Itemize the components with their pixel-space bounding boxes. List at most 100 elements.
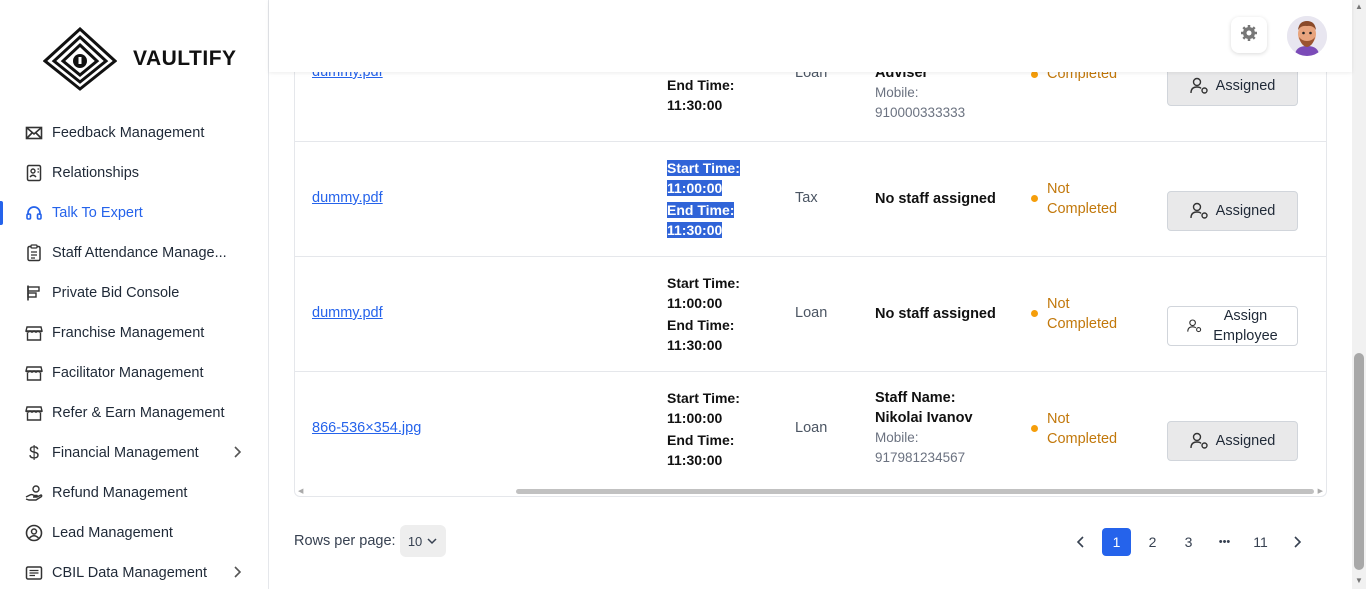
scroll-right-arrow-icon[interactable]: ▶ — [1318, 487, 1323, 495]
assigned-button[interactable]: Assigned — [1167, 191, 1298, 231]
refund-hand-icon — [24, 483, 44, 503]
sidebar-item-cbil-data-management[interactable]: CBIL Data Management — [0, 553, 268, 593]
sidebar-item-refund-management[interactable]: Refund Management — [0, 473, 268, 513]
sidebar-item-label: Facilitator Management — [52, 365, 204, 381]
sidebar-nav: Feedback Management Relationships Talk T… — [0, 113, 268, 593]
sidebar-item-label: Franchise Management — [52, 325, 205, 341]
sidebar-item-label: Refer & Earn Management — [52, 405, 225, 421]
scroll-left-arrow-icon[interactable]: ◀ — [298, 487, 303, 495]
user-avatar[interactable] — [1287, 16, 1327, 56]
end-time-label: End Time: — [667, 317, 735, 333]
no-staff-text: No staff assigned — [875, 306, 996, 322]
page-2-button[interactable]: 2 — [1138, 528, 1167, 556]
page-ellipsis[interactable]: ••• — [1210, 528, 1239, 556]
rows-per-page: Rows per page: 10 — [294, 525, 446, 557]
end-time-value: 11:30:00 — [667, 97, 723, 113]
user-gear-icon — [1189, 202, 1208, 219]
chevron-right-icon — [232, 565, 242, 583]
vaultify-logo-icon — [43, 27, 117, 91]
sidebar-item-talk-to-expert[interactable]: Talk To Expert — [0, 193, 268, 233]
start-time-value: 11:00:00 — [667, 180, 723, 196]
status-dot — [1031, 195, 1038, 202]
scroll-up-arrow-icon[interactable]: ▲ — [1355, 2, 1363, 11]
sidebar-item-staff-attendance[interactable]: Staff Attendance Manage... — [0, 233, 268, 273]
bid-icon — [24, 283, 44, 303]
prev-page-button[interactable] — [1066, 528, 1095, 556]
sidebar-item-private-bid-console[interactable]: Private Bid Console — [0, 273, 268, 313]
status-badge: Not Completed — [1031, 179, 1117, 219]
assigned-button[interactable]: Assigned — [1167, 66, 1298, 106]
vertical-scroll-thumb[interactable] — [1354, 353, 1364, 570]
attachment-link[interactable]: 866-536×354.jpg — [312, 420, 421, 436]
sidebar-item-financial-management[interactable]: $ Financial Management — [0, 433, 268, 473]
chevron-right-icon — [1293, 536, 1301, 548]
time-slot: Start Time: 11:00:00 End Time: 11:30:00 — [667, 158, 740, 240]
sidebar-item-feedback-management[interactable]: Feedback Management — [0, 113, 268, 153]
sidebar-item-label: Relationships — [52, 165, 140, 181]
status-badge: Not Completed — [1031, 294, 1117, 334]
sidebar-item-relationships[interactable]: Relationships — [0, 153, 268, 193]
dollar-icon: $ — [28, 442, 39, 463]
end-time-value: 11:30:00 — [667, 222, 723, 238]
staff-mobile: 917981234567 — [875, 450, 966, 465]
list-card-icon — [24, 563, 44, 583]
end-time-value: 11:30:00 — [667, 337, 723, 353]
status-dot — [1031, 71, 1038, 78]
time-slot: Start Time: 11:00:00 End Time: 11:30:00 — [667, 388, 740, 470]
status-badge: Not Completed — [1031, 409, 1117, 449]
page-11-button[interactable]: 11 — [1246, 528, 1275, 556]
sidebar: VAULTIFY Feedback Management Relationshi… — [0, 0, 269, 589]
gear-icon — [1240, 24, 1258, 47]
sidebar-item-refer-earn-management[interactable]: Refer & Earn Management — [0, 393, 268, 433]
start-time-value: 11:00:00 — [667, 295, 723, 311]
page-3-button[interactable]: 3 — [1174, 528, 1203, 556]
settings-button[interactable] — [1231, 17, 1267, 53]
sidebar-item-label: Feedback Management — [52, 125, 205, 141]
staff-info: Adviser Mobile: 910000333333 — [875, 63, 965, 123]
sidebar-item-franchise-management[interactable]: Franchise Management — [0, 313, 268, 353]
sidebar-item-lead-management[interactable]: Lead Management — [0, 513, 268, 553]
table-row: 866-536×354.jpg Start Time: 11:00:00 End… — [295, 372, 1326, 486]
vertical-scrollbar[interactable]: ▲ ▼ — [1352, 0, 1366, 589]
status-line1: Not — [1047, 411, 1070, 427]
attachment-link[interactable]: dummy.pdf — [312, 190, 383, 206]
page-1-button[interactable]: 1 — [1102, 528, 1131, 556]
sidebar-item-label: Financial Management — [52, 445, 199, 461]
store-icon — [24, 323, 44, 343]
consult-type: Tax — [795, 190, 818, 206]
staff-info: No staff assigned — [875, 304, 996, 324]
no-staff-text: No staff assigned — [875, 191, 996, 207]
assigned-button[interactable]: Assigned — [1167, 421, 1298, 461]
pagination: 1 2 3 ••• 11 — [1066, 528, 1318, 556]
scroll-down-arrow-icon[interactable]: ▼ — [1355, 576, 1363, 585]
sidebar-item-label: Refund Management — [52, 485, 188, 501]
talk-to-expert-table: dummy.pdf End Time: 11:30:00 Loan Advise… — [294, 0, 1327, 497]
brand-logo[interactable]: VAULTIFY — [43, 27, 237, 91]
staff-mobile-label: Mobile: — [875, 430, 919, 445]
end-time-value: 11:30:00 — [667, 452, 723, 468]
mail-icon — [24, 123, 44, 143]
consult-type: Loan — [795, 420, 828, 436]
user-gear-icon — [1189, 432, 1208, 449]
store-icon — [24, 363, 44, 383]
status-line2: Completed — [1047, 201, 1118, 217]
status-line2: Completed — [1047, 431, 1118, 447]
end-time-label: End Time: — [667, 432, 735, 448]
staff-info: Staff Name: Nikolai Ivanov Mobile: 91798… — [875, 388, 973, 468]
sidebar-item-label: CBIL Data Management — [52, 565, 208, 581]
rows-per-page-select[interactable]: 10 — [399, 525, 446, 557]
time-slot: End Time: 11:30:00 — [667, 75, 734, 115]
time-slot: Start Time: 11:00:00 End Time: 11:30:00 — [667, 273, 740, 355]
user-gear-icon — [1187, 319, 1202, 333]
sidebar-item-label: Private Bid Console — [52, 285, 180, 301]
chevron-down-icon — [427, 538, 437, 545]
horizontal-scrollbar[interactable]: ◀ ▶ — [295, 486, 1326, 496]
sidebar-item-facilitator-management[interactable]: Facilitator Management — [0, 353, 268, 393]
chevron-right-icon — [232, 445, 242, 463]
start-time-label: Start Time: — [667, 160, 740, 176]
assign-employee-button[interactable]: Assign Employee — [1167, 306, 1298, 346]
horizontal-scroll-thumb[interactable] — [516, 489, 1314, 494]
chevron-left-icon — [1076, 536, 1084, 548]
next-page-button[interactable] — [1282, 528, 1311, 556]
attachment-link[interactable]: dummy.pdf — [312, 305, 383, 321]
